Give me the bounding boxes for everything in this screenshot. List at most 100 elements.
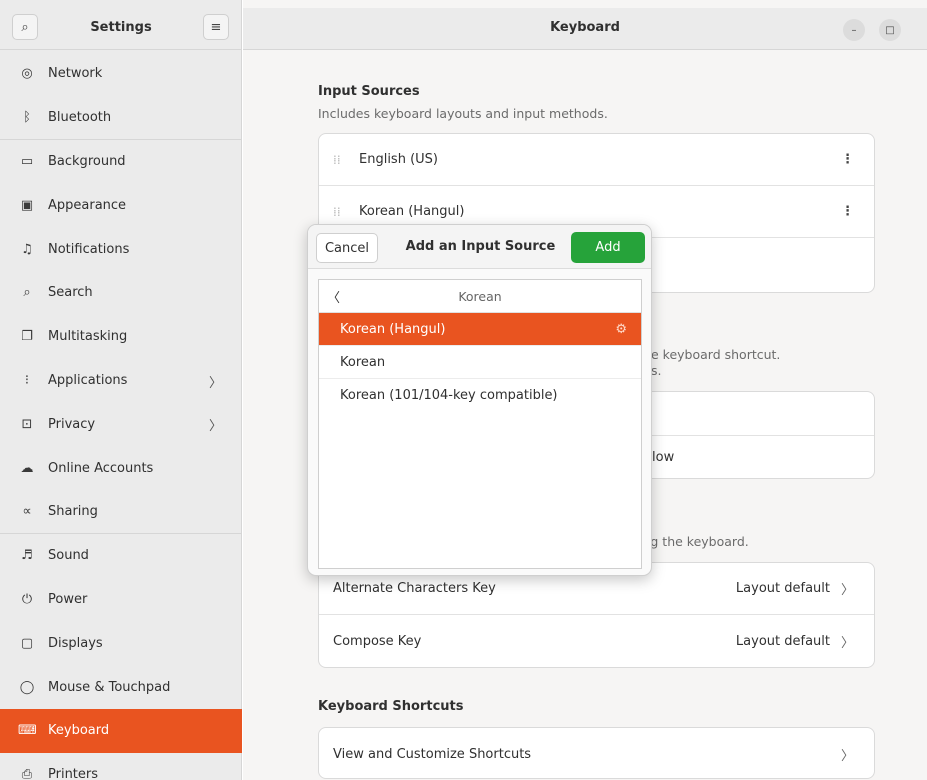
sidebar-item-label: Privacy bbox=[48, 416, 96, 432]
sidebar-item-label: Network bbox=[48, 66, 103, 82]
cloud-icon: ☁ bbox=[20, 460, 34, 476]
sidebar-item-label: Appearance bbox=[48, 197, 127, 213]
sidebar-item-label: Printers bbox=[48, 767, 99, 780]
chevron-left-icon[interactable]: 〈 bbox=[327, 287, 340, 306]
sidebar-item-label: Mouse & Touchpad bbox=[48, 679, 171, 695]
sidebar-item-privacy[interactable]: ⊡ Privacy 〉 bbox=[0, 402, 242, 446]
row-value: Layout default bbox=[735, 633, 830, 649]
input-source-label: Korean (Hangul) bbox=[359, 204, 465, 219]
music-note-icon: ♬ bbox=[21, 548, 33, 564]
sidebar-item-appearance[interactable]: ▣ Appearance bbox=[0, 183, 242, 227]
kebab-menu-icon[interactable]: ⋮ bbox=[841, 204, 854, 219]
keyboard-icon: ⌨ bbox=[18, 723, 37, 739]
shortcut-subtitle-fragment-2: s. bbox=[651, 363, 662, 378]
drag-handle-icon[interactable]: ⁞⁞ bbox=[333, 205, 351, 219]
display-icon: ▢ bbox=[20, 635, 34, 651]
sidebar-item-notifications[interactable]: ♫ Notifications bbox=[0, 227, 242, 271]
list-item[interactable]: Korean (Hangul) ⚙ bbox=[319, 313, 641, 346]
sidebar-item-displays[interactable]: ▢ Displays bbox=[0, 621, 242, 665]
sidebar-item-printers[interactable]: ⎙ Printers bbox=[0, 753, 242, 780]
row-text-fragment: low bbox=[652, 450, 675, 465]
bluetooth-icon: ᛒ bbox=[23, 109, 31, 125]
sidebar-item-label: Keyboard bbox=[48, 723, 110, 739]
lock-icon: ⊡ bbox=[21, 416, 33, 432]
keyboard-shortcuts-title: Keyboard Shortcuts bbox=[318, 699, 464, 714]
input-source-row[interactable]: ⁞⁞ English (US) ⋮ bbox=[319, 134, 874, 186]
hamburger-icon[interactable]: ≡ bbox=[203, 14, 229, 40]
input-source-label: English (US) bbox=[359, 152, 438, 167]
sidebar-item-label: Multitasking bbox=[48, 329, 128, 345]
sidebar: ⌕ Settings ≡ ◎ Network ᛒ Bluetooth ▭ Backgr… bbox=[0, 0, 242, 780]
minimize-icon[interactable]: – bbox=[843, 19, 865, 41]
compose-key-row[interactable]: Compose Key Layout default 〉 bbox=[319, 615, 874, 667]
sidebar-item-label: Online Accounts bbox=[48, 460, 154, 476]
dialog-header: Cancel Add an Input Source Add bbox=[308, 225, 651, 269]
mouse-icon: ◯ bbox=[19, 679, 35, 695]
sidebar-item-label: Bluetooth bbox=[48, 109, 112, 125]
shortcut-subtitle-fragment: e keyboard shortcut. bbox=[651, 347, 781, 362]
printer-icon: ⎙ bbox=[21, 767, 33, 780]
row-label: View and Customize Shortcuts bbox=[333, 746, 532, 762]
cancel-button[interactable]: Cancel bbox=[316, 233, 378, 263]
sidebar-item-sharing[interactable]: ∝ Sharing bbox=[0, 490, 242, 534]
list-item[interactable]: Korean (101/104-key compatible) bbox=[319, 379, 641, 412]
network-icon: ◎ bbox=[21, 66, 33, 82]
sidebar-item-online-accounts[interactable]: ☁ Online Accounts bbox=[0, 446, 242, 490]
list-item-label: Korean (101/104-key compatible) bbox=[340, 388, 558, 403]
chevron-right-icon: 〉 bbox=[208, 375, 222, 391]
maximize-icon[interactable]: □ bbox=[879, 19, 901, 41]
multitasking-icon: ❐ bbox=[21, 329, 33, 345]
back-row[interactable]: 〈 Korean bbox=[319, 280, 641, 313]
sidebar-item-label: Power bbox=[48, 591, 88, 607]
background-icon: ▭ bbox=[20, 153, 34, 169]
appearance-icon: ▣ bbox=[20, 197, 34, 213]
input-source-list: 〈 Korean Korean (Hangul) ⚙ Korean Korean… bbox=[318, 279, 642, 569]
sidebar-item-label: Search bbox=[48, 285, 93, 301]
list-item-label: Korean bbox=[340, 354, 386, 370]
row-value: Layout default bbox=[735, 581, 830, 596]
input-sources-subtitle: Includes keyboard layouts and input meth… bbox=[318, 106, 608, 121]
apps-grid-icon: ⁝ bbox=[24, 372, 30, 388]
sidebar-item-bluetooth[interactable]: ᛒ Bluetooth bbox=[0, 96, 242, 140]
search-icon: ⌕ bbox=[23, 285, 31, 301]
add-input-source-dialog: Cancel Add an Input Source Add 〈 Korean … bbox=[307, 224, 652, 576]
chevron-right-icon: 〉 bbox=[840, 635, 854, 651]
sidebar-item-multitasking[interactable]: ❐ Multitasking bbox=[0, 315, 242, 359]
list-item[interactable]: Korean bbox=[319, 346, 641, 379]
sidebar-item-label: Notifications bbox=[48, 241, 130, 257]
sidebar-item-power[interactable]: ⏻ Power bbox=[0, 578, 242, 622]
sidebar-header: ⌕ Settings ≡ bbox=[0, 8, 242, 50]
drag-handle-icon[interactable]: ⁞⁞ bbox=[333, 153, 351, 167]
add-button[interactable]: Add bbox=[571, 232, 645, 263]
dialog-title: Add an Input Source bbox=[405, 239, 556, 254]
power-icon: ⏻ bbox=[21, 591, 33, 607]
special-keys-card: Alternate Characters Key Layout default … bbox=[318, 562, 875, 668]
kebab-menu-icon[interactable]: ⋮ bbox=[841, 152, 854, 167]
sidebar-item-search[interactable]: ⌕ Search bbox=[0, 271, 242, 315]
sidebar-item-label: Applications bbox=[48, 372, 128, 388]
row-label: Compose Key bbox=[333, 633, 422, 649]
page-title: Keyboard bbox=[550, 20, 620, 35]
sidebar-item-keyboard[interactable]: ⌨ Keyboard bbox=[0, 708, 242, 753]
sidebar-item-sound[interactable]: ♬ Sound bbox=[0, 534, 242, 578]
chevron-right-icon: 〉 bbox=[840, 583, 854, 598]
chevron-right-icon: 〉 bbox=[208, 419, 222, 435]
sidebar-item-label: Displays bbox=[48, 635, 103, 651]
special-keys-subtitle-fragment: ing the keyboard. bbox=[639, 534, 749, 549]
input-sources-title: Input Sources bbox=[318, 84, 420, 99]
sidebar-item-network[interactable]: ◎ Network bbox=[0, 52, 242, 96]
view-customize-shortcuts-row[interactable]: View and Customize Shortcuts 〉 bbox=[319, 728, 874, 778]
gear-icon[interactable]: ⚙ bbox=[615, 322, 627, 337]
sidebar-item-label: Sound bbox=[48, 548, 89, 564]
sidebar-item-background[interactable]: ▭ Background bbox=[0, 140, 242, 184]
bell-icon: ♫ bbox=[21, 241, 33, 257]
list-item-label: Korean (Hangul) bbox=[340, 321, 446, 337]
main-header: Keyboard – □ bbox=[243, 8, 927, 50]
sidebar-list: ◎ Network ᛒ Bluetooth ▭ Background ▣ Appeara… bbox=[0, 52, 242, 780]
chevron-right-icon: 〉 bbox=[840, 748, 854, 764]
sidebar-item-label: Sharing bbox=[48, 503, 98, 519]
share-icon: ∝ bbox=[22, 503, 32, 519]
sidebar-item-mouse-touchpad[interactable]: ◯ Mouse & Touchpad bbox=[0, 665, 242, 709]
language-label: Korean bbox=[458, 288, 502, 304]
sidebar-item-applications[interactable]: ⁝ Applications 〉 bbox=[0, 359, 242, 403]
